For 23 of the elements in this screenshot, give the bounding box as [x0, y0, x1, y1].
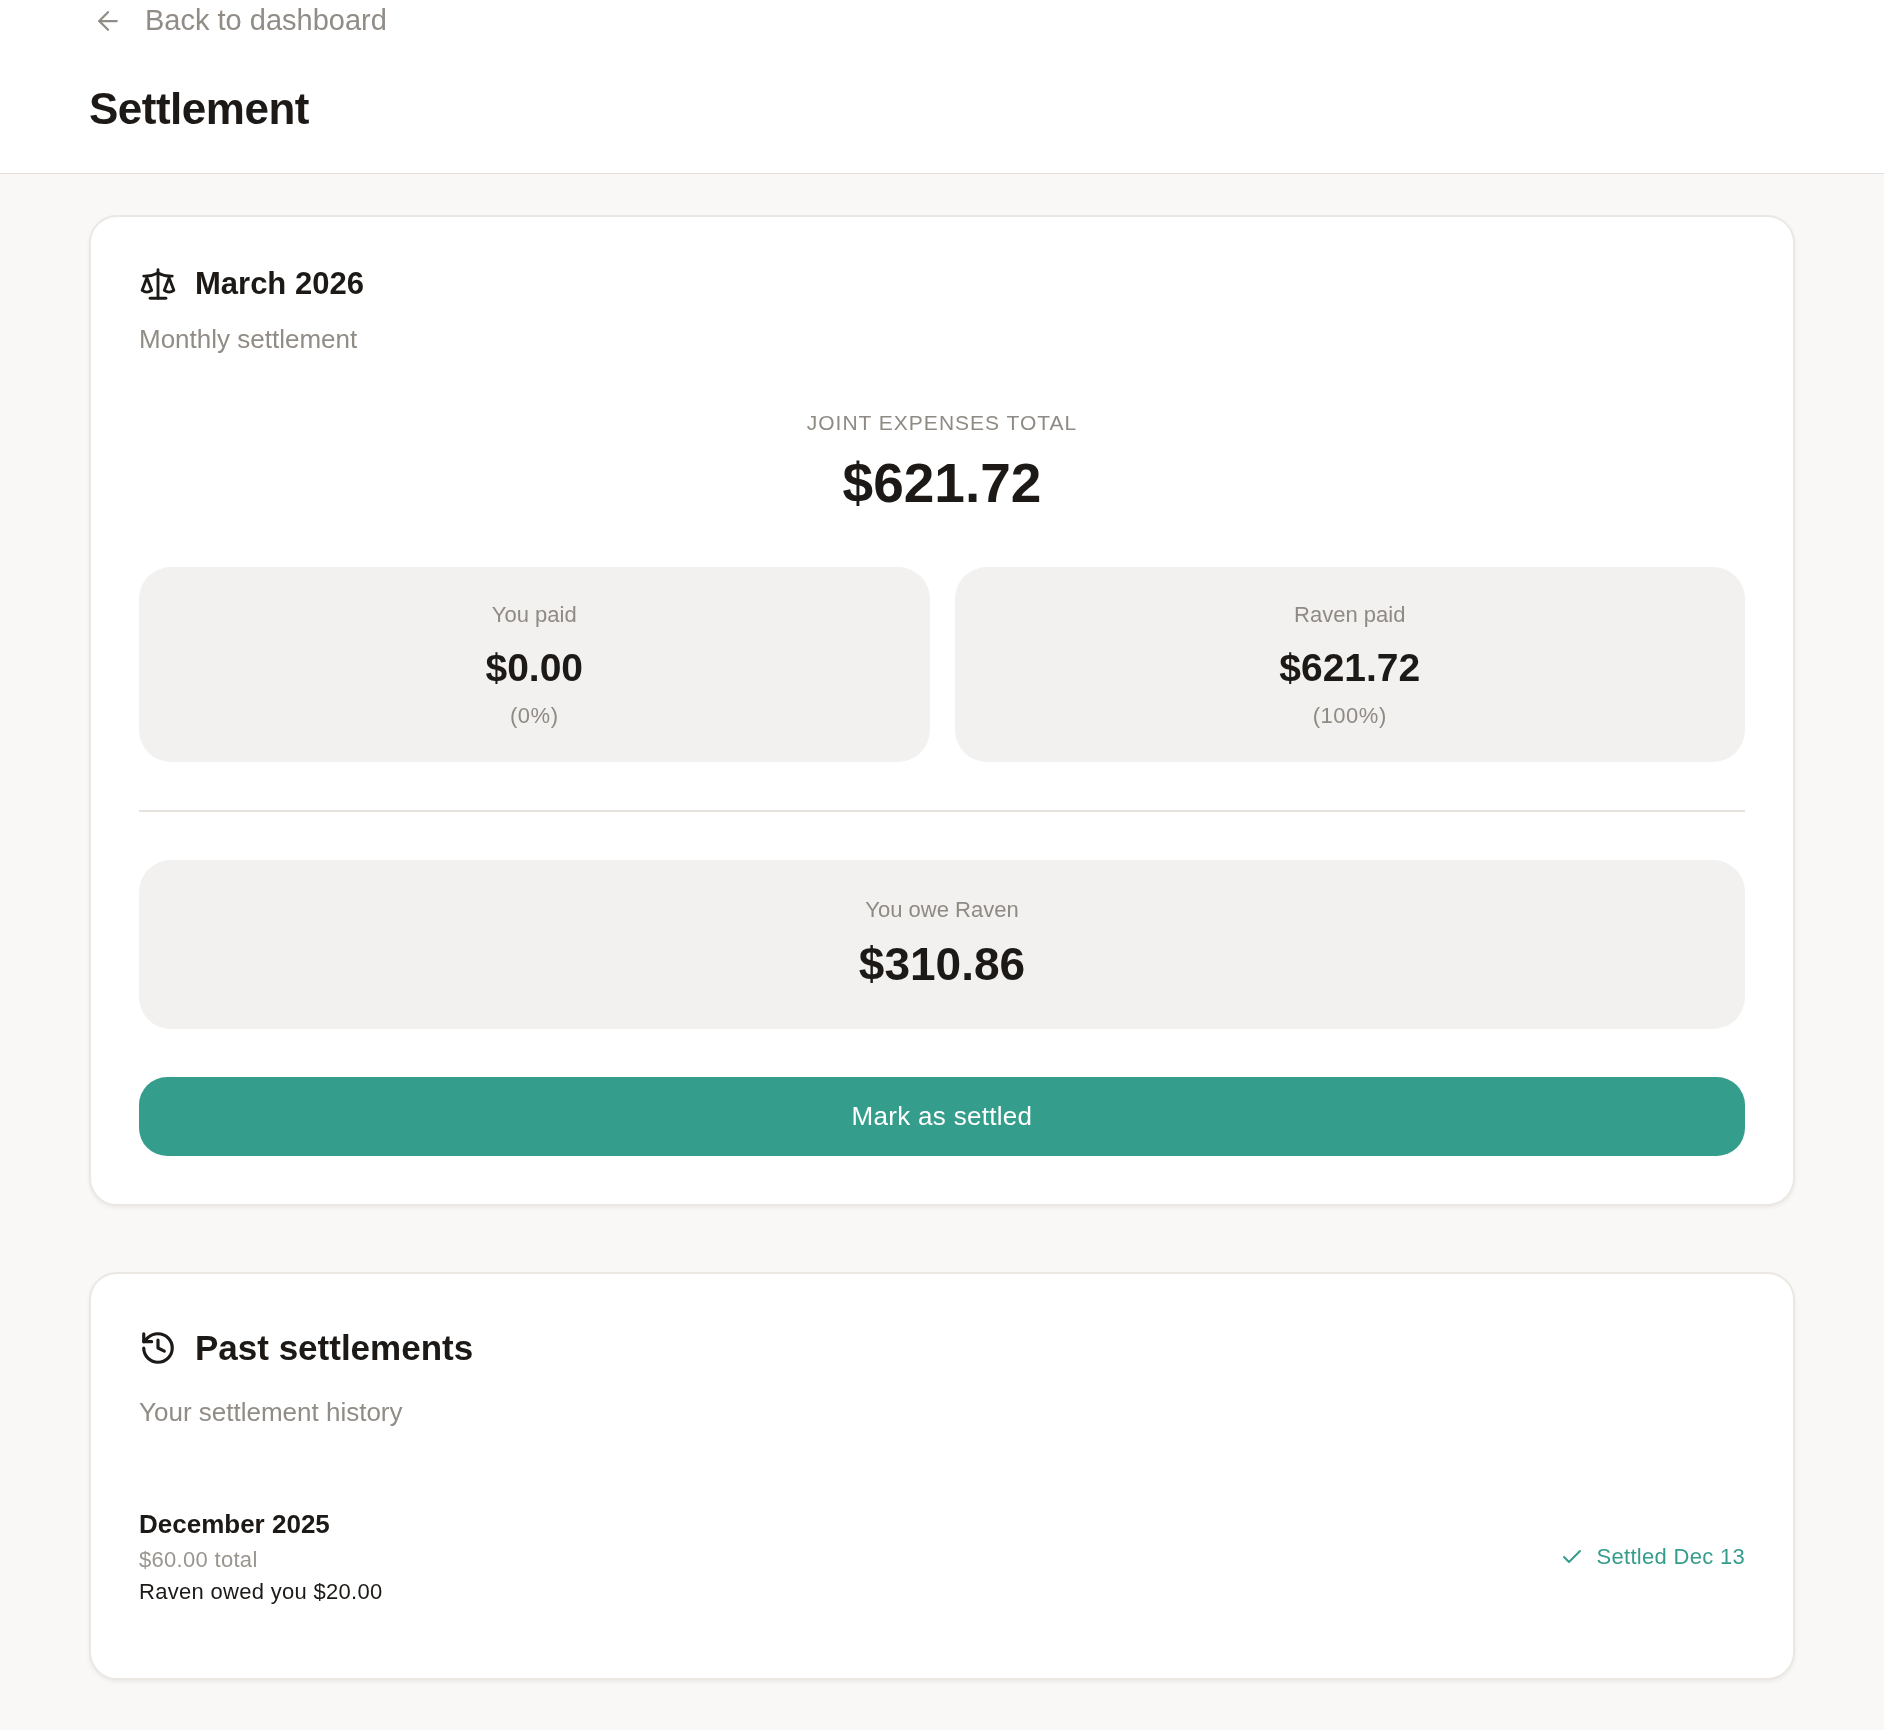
- card-subtitle: Monthly settlement: [139, 323, 358, 356]
- paid-amount: $0.00: [485, 645, 584, 691]
- paid-share: (100%): [1312, 702, 1387, 730]
- back-link[interactable]: Back to dashboard: [89, 0, 387, 42]
- total-amount: $621.72: [842, 451, 1042, 515]
- total-label: JOINT EXPENSES TOTAL: [806, 410, 1078, 436]
- payer-label: Raven paid: [1294, 601, 1406, 629]
- page-title: Settlement: [89, 83, 310, 135]
- settled-status: Settled Dec 13: [1596, 1543, 1745, 1571]
- paid-share: (0%): [510, 702, 559, 730]
- scale-icon: [139, 265, 177, 303]
- period-title: December 2025: [139, 1508, 330, 1540]
- section-subtitle: Your settlement history: [139, 1396, 403, 1429]
- payer-label: You paid: [491, 601, 577, 629]
- balance-label: You owe Raven: [865, 896, 1019, 924]
- history-icon: [139, 1329, 177, 1367]
- paid-amount: $621.72: [1279, 645, 1421, 691]
- balance-amount: $310.86: [858, 937, 1026, 991]
- period-total: $60.00 total: [139, 1546, 258, 1574]
- mark-settled-button[interactable]: Mark as settled: [139, 1077, 1745, 1156]
- section-title: Past settlements: [195, 1327, 474, 1369]
- period-detail: Raven owed you $20.00: [139, 1578, 383, 1606]
- card-title: March 2026: [195, 265, 364, 303]
